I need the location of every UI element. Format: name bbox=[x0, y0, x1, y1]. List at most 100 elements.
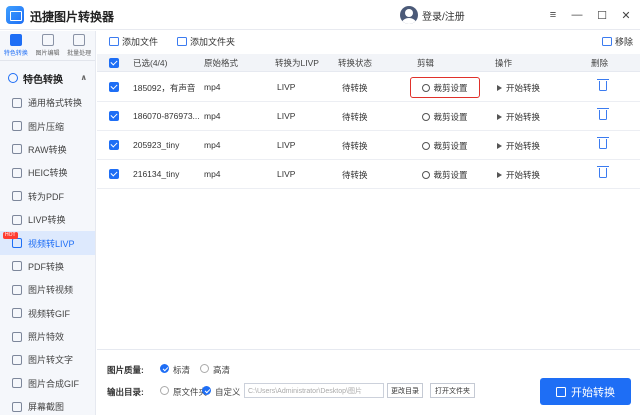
start-convert-button[interactable]: 开始转换 bbox=[497, 169, 540, 181]
change-dir-button[interactable]: 更改目录 bbox=[387, 383, 423, 398]
output-label: 输出目录: bbox=[107, 387, 144, 397]
convert-all-icon bbox=[556, 386, 566, 397]
add-folder-button[interactable]: 添加文件夹 bbox=[177, 35, 235, 48]
play-icon bbox=[497, 85, 502, 91]
header-status: 转换状态 bbox=[338, 58, 373, 68]
user-avatar-icon[interactable] bbox=[400, 6, 418, 24]
sidebar-item-video-to-livp[interactable]: HOT 视频转LIVP bbox=[0, 231, 95, 255]
image-edit-icon bbox=[41, 34, 54, 46]
output-path-field[interactable]: C:\Users\Administrator\Desktop\图片 bbox=[244, 383, 384, 398]
crop-settings-button[interactable]: 裁剪设置 bbox=[410, 135, 480, 156]
gear-icon bbox=[422, 112, 431, 121]
effects-icon bbox=[12, 331, 22, 342]
row-format: mp4 bbox=[204, 111, 221, 121]
sidebar-item-image-to-text[interactable]: 图片转文字 bbox=[0, 348, 95, 371]
remove-button[interactable]: 移除 bbox=[602, 35, 633, 48]
row-checkbox[interactable] bbox=[109, 111, 119, 121]
row-filename: 186070-876973... bbox=[133, 111, 200, 121]
play-icon bbox=[497, 114, 502, 120]
sidebar-item-raw[interactable]: RAW转换 bbox=[0, 138, 95, 161]
sidebar-item-general-convert[interactable]: 通用格式转换 bbox=[0, 91, 95, 114]
row-target: LIVP bbox=[277, 82, 296, 92]
sidebar-item-photo-effects[interactable]: 照片特效 bbox=[0, 325, 95, 348]
tab-batch[interactable]: 批量处理 bbox=[63, 31, 95, 60]
close-button[interactable]: ✕ bbox=[617, 6, 635, 24]
row-target: LIVP bbox=[277, 111, 296, 121]
add-folder-icon bbox=[177, 37, 187, 46]
title-bar: 迅捷图片转换器 登录/注册 ≡ — ☐ ✕ bbox=[0, 0, 640, 30]
image-video-icon bbox=[12, 284, 22, 295]
row-checkbox[interactable] bbox=[109, 82, 119, 92]
output-custom-radio[interactable] bbox=[202, 386, 211, 395]
row-filename: 185092，有声音 bbox=[133, 83, 196, 93]
sidebar-item-gif-compose[interactable]: 图片合成GIF bbox=[0, 372, 95, 395]
trash-icon[interactable] bbox=[597, 166, 609, 178]
section-feature-convert[interactable]: 特色转换 ∧ bbox=[0, 67, 95, 89]
quality-standard-label[interactable]: 标清 bbox=[173, 364, 190, 376]
header-format: 原始格式 bbox=[204, 58, 239, 68]
sidebar: 特色转换 图片编辑 批量处理 特色转换 ∧ 通用格式转换 图片压缩 RAW转换 … bbox=[0, 31, 96, 415]
quality-hd-label[interactable]: 高清 bbox=[213, 364, 230, 376]
sidebar-item-screenshot[interactable]: 屏幕截图 bbox=[0, 395, 95, 415]
maximize-button[interactable]: ☐ bbox=[593, 6, 611, 24]
header-edit: 剪辑 bbox=[417, 58, 435, 68]
heic-icon bbox=[12, 167, 22, 178]
gif-icon bbox=[12, 308, 22, 319]
sidebar-item-to-pdf[interactable]: 转为PDF bbox=[0, 185, 95, 208]
sidebar-item-compress[interactable]: 图片压缩 bbox=[0, 114, 95, 137]
header-target: 转换为LIVP bbox=[275, 58, 319, 68]
sidebar-item-image-to-video[interactable]: 图片转视频 bbox=[0, 278, 95, 301]
crop-settings-button[interactable]: 裁剪设置 bbox=[410, 106, 480, 127]
menu-button[interactable]: ≡ bbox=[544, 6, 562, 24]
tab-image-edit[interactable]: 图片编辑 bbox=[32, 31, 64, 60]
sidebar-item-video-to-gif[interactable]: 视频转GIF bbox=[0, 302, 95, 325]
table-row: 186070-876973... mp4 LIVP 待转换 裁剪设置 开始转换 bbox=[97, 102, 640, 131]
remove-icon bbox=[602, 37, 612, 46]
pdf-convert-icon bbox=[12, 261, 22, 272]
chevron-up-icon[interactable]: ∧ bbox=[81, 73, 88, 82]
row-format: mp4 bbox=[204, 82, 221, 92]
table-row: 185092，有声音 mp4 LIVP 待转换 裁剪设置 开始转换 bbox=[97, 73, 640, 102]
select-all-checkbox[interactable] bbox=[109, 58, 119, 68]
tab-feature-convert[interactable]: 特色转换 bbox=[0, 31, 32, 60]
quality-hd-radio[interactable] bbox=[200, 364, 209, 373]
start-convert-button[interactable]: 开始转换 bbox=[497, 140, 540, 152]
start-all-button[interactable]: 开始转换 bbox=[540, 378, 631, 405]
gear-icon bbox=[422, 170, 431, 179]
play-icon bbox=[497, 143, 502, 149]
crop-settings-button[interactable]: 裁剪设置 bbox=[410, 77, 480, 98]
start-convert-button[interactable]: 开始转换 bbox=[497, 82, 540, 94]
row-checkbox[interactable] bbox=[109, 169, 119, 179]
add-file-icon bbox=[109, 37, 119, 46]
row-checkbox[interactable] bbox=[109, 140, 119, 150]
output-source-radio[interactable] bbox=[160, 386, 169, 395]
raw-icon bbox=[12, 144, 22, 155]
trash-icon[interactable] bbox=[597, 79, 609, 91]
trash-icon[interactable] bbox=[597, 137, 609, 149]
crop-settings-button[interactable]: 裁剪设置 bbox=[410, 164, 480, 185]
sidebar-item-heic[interactable]: HEIC转换 bbox=[0, 161, 95, 184]
trash-icon[interactable] bbox=[597, 108, 609, 120]
sidebar-item-livp[interactable]: LIVP转换 bbox=[0, 208, 95, 231]
row-filename: 216134_tiny bbox=[133, 169, 180, 179]
login-area[interactable]: 登录/注册 bbox=[400, 5, 465, 25]
table-row: 216134_tiny mp4 LIVP 待转换 裁剪设置 开始转换 bbox=[97, 160, 640, 189]
row-format: mp4 bbox=[204, 140, 221, 150]
sidebar-nav: 通用格式转换 图片压缩 RAW转换 HEIC转换 转为PDF LIVP转换 HO… bbox=[0, 91, 95, 415]
section-icon bbox=[8, 73, 18, 83]
quality-label: 图片质量: bbox=[107, 365, 144, 375]
open-folder-button[interactable]: 打开文件夹 bbox=[430, 383, 475, 398]
screenshot-icon bbox=[12, 401, 22, 412]
sidebar-item-pdf-convert[interactable]: PDF转换 bbox=[0, 255, 95, 278]
livp-icon bbox=[12, 214, 22, 225]
login-link[interactable]: 登录/注册 bbox=[422, 8, 465, 23]
quality-standard-radio[interactable] bbox=[160, 364, 169, 373]
output-custom-label[interactable]: 自定义 bbox=[215, 386, 241, 398]
row-status: 待转换 bbox=[342, 83, 368, 93]
hot-badge: HOT bbox=[3, 232, 18, 240]
row-status: 待转换 bbox=[342, 112, 368, 122]
compress-icon bbox=[12, 121, 22, 132]
add-file-button[interactable]: 添加文件 bbox=[109, 35, 158, 48]
minimize-button[interactable]: — bbox=[568, 6, 586, 24]
start-convert-button[interactable]: 开始转换 bbox=[497, 111, 540, 123]
